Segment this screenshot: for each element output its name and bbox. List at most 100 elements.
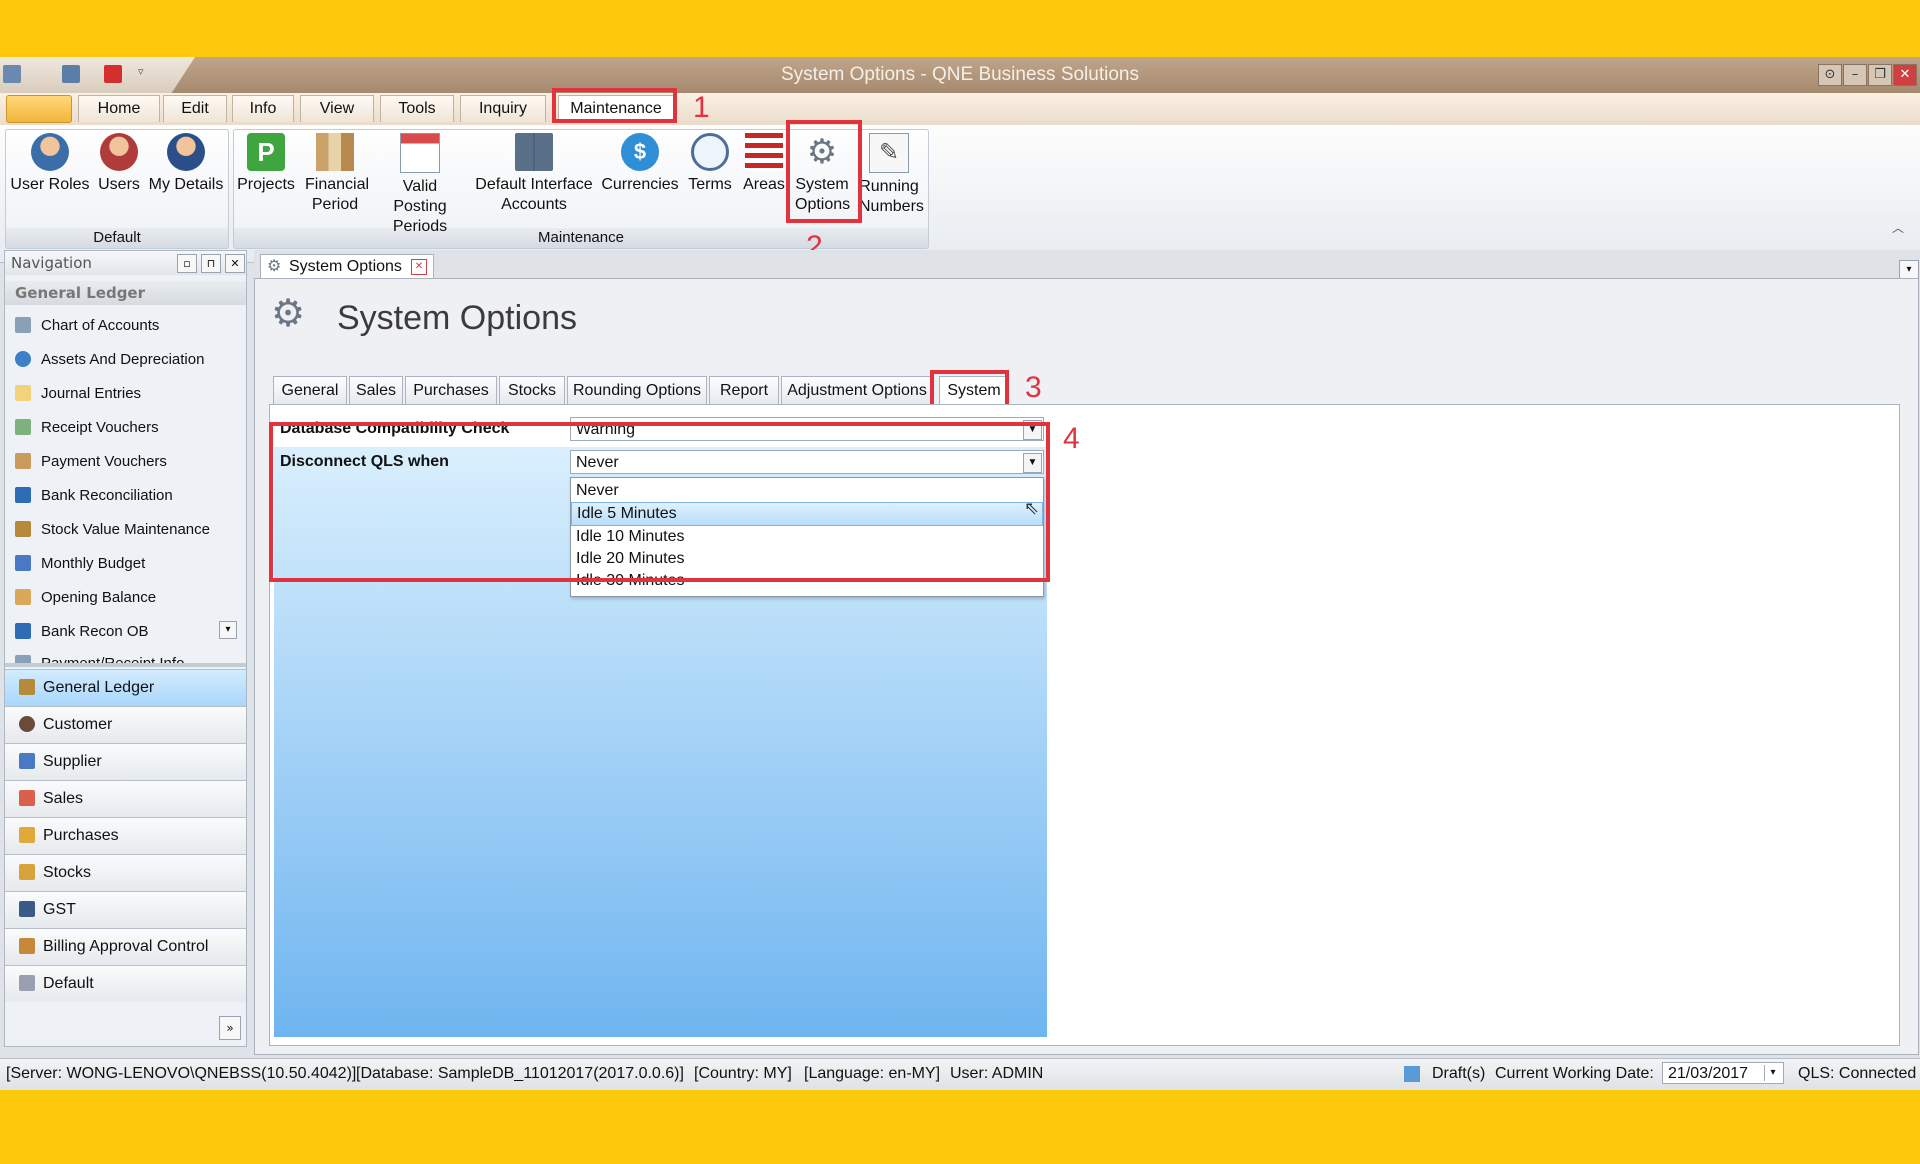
nav-close-icon[interactable]: ✕ xyxy=(225,254,245,273)
nav-item-receipt-vouchers[interactable]: Receipt Vouchers xyxy=(15,413,159,443)
nav-item-assets[interactable]: Assets And Depreciation xyxy=(15,345,204,375)
help-icon[interactable]: ⊙ xyxy=(1818,64,1842,86)
gear-icon: ⚙ xyxy=(267,258,282,275)
module-billing-approval-control[interactable]: Billing Approval Control xyxy=(5,928,246,965)
annotation-box-3 xyxy=(930,370,1009,408)
system-options-form: ⚙ System Options General Sales Purchases… xyxy=(254,278,1919,1055)
user-roles-icon xyxy=(31,133,69,171)
tab-inquiry[interactable]: Inquiry xyxy=(460,95,546,122)
status-user: User: ADMIN xyxy=(950,1065,1044,1082)
ledger-icon xyxy=(15,589,31,605)
running-numbers-button[interactable]: ✎ Running Numbers xyxy=(856,133,924,217)
tab-edit[interactable]: Edit xyxy=(163,95,227,122)
nav-item-stock-value[interactable]: Stock Value Maintenance xyxy=(15,515,210,545)
tab-purchases[interactable]: Purchases xyxy=(405,376,497,406)
annotation-box-4 xyxy=(269,422,1050,582)
tab-general[interactable]: General xyxy=(273,376,347,406)
module-gst[interactable]: GST xyxy=(5,891,246,928)
projects-button[interactable]: P Projects xyxy=(234,133,298,195)
users-label: Users xyxy=(98,176,140,193)
nav-item-bank-recon-ob[interactable]: Bank Recon OB xyxy=(15,617,149,647)
nav-new-icon[interactable]: ▫ xyxy=(177,254,197,273)
areas-button[interactable]: Areas xyxy=(738,133,790,195)
edit-document-icon: ✎ xyxy=(869,133,909,173)
module-sales[interactable]: Sales xyxy=(5,780,246,817)
module-stocks[interactable]: Stocks xyxy=(5,854,246,891)
calendar-dropdown-icon[interactable]: ▾ xyxy=(1764,1065,1781,1081)
annotation-step-3: 3 xyxy=(1025,371,1042,404)
ribbon-group-label: Maintenance xyxy=(234,228,928,248)
tab-adjustment-options[interactable]: Adjustment Options xyxy=(781,376,933,406)
status-country: [Country: MY] xyxy=(694,1065,792,1082)
tab-rounding-options[interactable]: Rounding Options xyxy=(567,376,707,406)
nav-item-opening-balance[interactable]: Opening Balance xyxy=(15,583,156,613)
status-database: [Database: SampleDB_11012017(2017.0.0.6)… xyxy=(356,1065,684,1082)
nav-item-chart-of-accounts[interactable]: Chart of Accounts xyxy=(15,311,159,341)
users-button[interactable]: Users xyxy=(94,133,144,195)
module-customer[interactable]: Customer xyxy=(5,706,246,743)
nav-item-journal-entries[interactable]: Journal Entries xyxy=(15,379,141,409)
tab-info[interactable]: Info xyxy=(232,95,294,122)
minimize-button[interactable]: – xyxy=(1843,64,1867,86)
document-area: ⚙ System Options ✕ ▾ ⚙ System Options Gen… xyxy=(254,250,1920,1055)
financial-period-label: Financial Period xyxy=(305,176,370,213)
box-icon xyxy=(19,864,35,880)
clock-icon xyxy=(691,133,729,171)
currency-icon: $ xyxy=(621,133,659,171)
valid-posting-periods-button[interactable]: Valid Posting Periods xyxy=(372,133,468,237)
nav-item-monthly-budget[interactable]: Monthly Budget xyxy=(15,549,145,579)
status-server: [Server: WONG-LENOVO\QNEBSS(10.50.4042)] xyxy=(6,1065,357,1082)
running-numbers-label: Running Numbers xyxy=(859,178,924,215)
terms-button[interactable]: Terms xyxy=(684,133,736,195)
document-tab-system-options[interactable]: ⚙ System Options ✕ xyxy=(260,254,434,279)
user-roles-button[interactable]: User Roles xyxy=(8,133,92,195)
tab-sales[interactable]: Sales xyxy=(349,376,403,406)
application-menu-button[interactable] xyxy=(6,95,72,123)
close-button[interactable]: ✕ xyxy=(1893,64,1917,86)
chart-icon xyxy=(15,317,31,333)
default-interface-accounts-button[interactable]: Default Interface Accounts xyxy=(470,133,598,215)
nav-item-bank-reconciliation[interactable]: Bank Reconciliation xyxy=(15,481,173,511)
financial-period-icon xyxy=(316,133,354,171)
tab-stocks[interactable]: Stocks xyxy=(499,376,565,406)
nav-item-payment-vouchers[interactable]: Payment Vouchers xyxy=(15,447,167,477)
nav-item-payment-receipt-info[interactable]: Payment/Receipt Info xyxy=(15,649,184,663)
module-purchases[interactable]: Purchases xyxy=(5,817,246,854)
annotation-step-1: 1 xyxy=(693,91,710,124)
book-icon xyxy=(515,133,553,171)
drafts-icon[interactable] xyxy=(1404,1066,1420,1082)
module-default[interactable]: Default xyxy=(5,965,246,1002)
restore-button[interactable]: ❐ xyxy=(1868,64,1892,86)
ledger-icon xyxy=(19,679,35,695)
title-bar: ▿ System Options - QNE Business Solution… xyxy=(0,57,1920,93)
document-list-icon[interactable]: ▾ xyxy=(1899,260,1919,280)
financial-period-button[interactable]: Financial Period xyxy=(300,133,370,215)
gear-icon xyxy=(15,351,31,367)
projects-icon: P xyxy=(247,133,285,171)
budget-icon xyxy=(15,555,31,571)
collapse-ribbon-icon[interactable]: ︿ xyxy=(1892,219,1904,236)
valid-posting-periods-label: Valid Posting Periods xyxy=(392,178,448,235)
status-drafts[interactable]: Draft(s) xyxy=(1432,1059,1485,1089)
status-bar: [Server: WONG-LENOVO\QNEBSS(10.50.4042)]… xyxy=(0,1058,1920,1089)
nav-scroll-down-icon[interactable]: ▾ xyxy=(219,621,237,639)
module-general-ledger[interactable]: General Ledger xyxy=(5,669,246,706)
tab-report[interactable]: Report xyxy=(709,376,779,406)
nav-expand-icon[interactable]: » xyxy=(219,1016,241,1040)
bank-icon xyxy=(15,487,31,503)
nav-pin-icon[interactable]: ⊓ xyxy=(201,254,221,273)
status-qls: QLS: Connected xyxy=(1798,1065,1917,1082)
working-date-field[interactable]: 21/03/2017 ▾ xyxy=(1662,1062,1784,1084)
currencies-button[interactable]: $ Currencies xyxy=(600,133,680,195)
my-details-icon xyxy=(167,133,205,171)
my-details-button[interactable]: My Details xyxy=(148,133,224,195)
ribbon-group-label: Default xyxy=(6,228,228,248)
nav-splitter[interactable] xyxy=(5,663,246,667)
close-tab-icon[interactable]: ✕ xyxy=(411,259,427,275)
tab-home[interactable]: Home xyxy=(78,95,160,122)
module-supplier[interactable]: Supplier xyxy=(5,743,246,780)
tab-tools[interactable]: Tools xyxy=(380,95,454,122)
gst-icon xyxy=(19,901,35,917)
tab-view[interactable]: View xyxy=(300,95,374,122)
supplier-icon xyxy=(19,753,35,769)
